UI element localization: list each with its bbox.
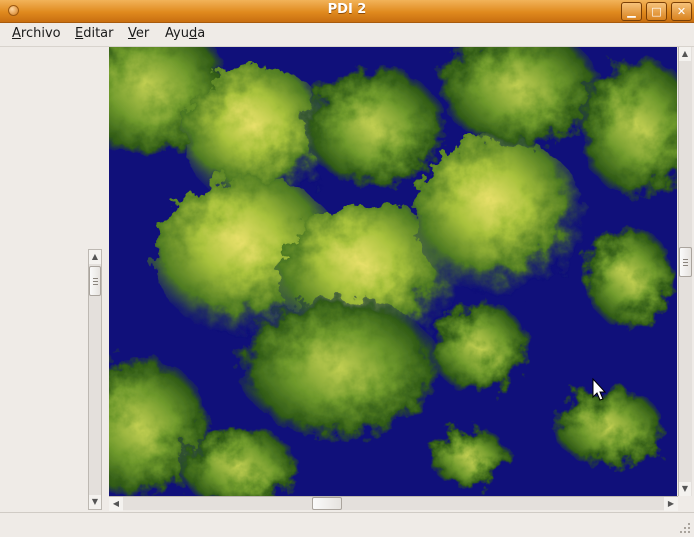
window-title: PDI 2 bbox=[327, 2, 367, 17]
menu-ver[interactable]: Ver bbox=[128, 26, 149, 41]
terrain-image bbox=[109, 47, 677, 496]
close-button[interactable]: ✕ bbox=[671, 2, 692, 21]
image-hscroll-thumb[interactable] bbox=[312, 497, 342, 510]
image-horizontal-scrollbar[interactable]: ◀ ▶ bbox=[109, 496, 678, 511]
image-vscroll-thumb[interactable] bbox=[679, 247, 692, 277]
window-titlebar[interactable]: PDI 2 ▁ □ ✕ bbox=[0, 0, 694, 23]
left-scroll-thumb[interactable] bbox=[89, 266, 101, 296]
menu-ayuda[interactable]: Ayuda bbox=[165, 26, 205, 41]
left-vertical-scrollbar[interactable]: ▲ ▼ bbox=[88, 249, 102, 510]
scroll-down-arrow-icon[interactable]: ▼ bbox=[89, 495, 101, 509]
maximize-button[interactable]: □ bbox=[646, 2, 667, 21]
minimize-button[interactable]: ▁ bbox=[621, 2, 642, 21]
status-bar bbox=[0, 512, 694, 537]
image-canvas[interactable] bbox=[109, 47, 677, 496]
menu-editar[interactable]: Editar bbox=[75, 26, 114, 41]
resize-grip-icon[interactable] bbox=[679, 522, 691, 534]
scroll-up-arrow-icon[interactable]: ▲ bbox=[679, 47, 691, 61]
scroll-left-arrow-icon[interactable]: ◀ bbox=[109, 497, 123, 511]
scroll-down-arrow-icon[interactable]: ▼ bbox=[679, 482, 691, 496]
image-vertical-scrollbar[interactable]: ▲ ▼ bbox=[678, 47, 692, 496]
scroll-up-arrow-icon[interactable]: ▲ bbox=[89, 250, 101, 264]
scroll-right-arrow-icon[interactable]: ▶ bbox=[664, 497, 678, 511]
menu-bar: Archivo Editar Ver Ayuda bbox=[0, 23, 694, 47]
menu-archivo[interactable]: Archivo bbox=[12, 26, 61, 41]
